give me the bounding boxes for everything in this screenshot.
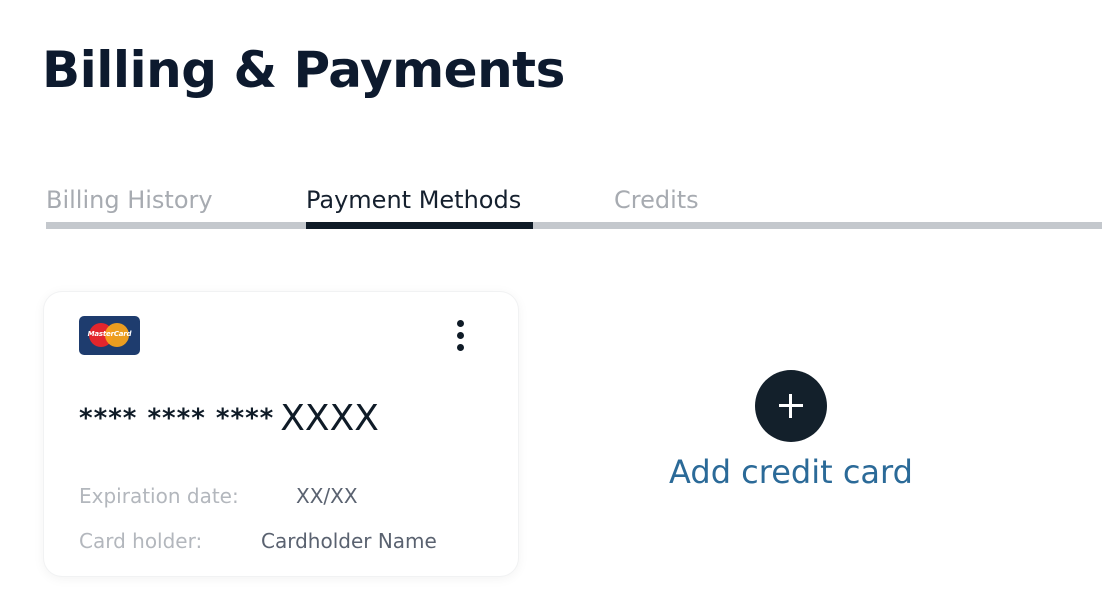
plus-icon[interactable] (755, 370, 827, 442)
tab-label: Credits (614, 186, 699, 214)
brand-logo-text: MasterCard (87, 330, 132, 338)
tab-credits[interactable]: Credits (614, 180, 714, 229)
kebab-menu-icon[interactable] (446, 316, 474, 356)
add-credit-card-label[interactable]: Add credit card (650, 450, 932, 494)
card-holder-label: Card holder: (79, 529, 203, 553)
page-title: Billing & Payments (42, 41, 565, 99)
card-number-last4: XXXX (280, 397, 379, 439)
mastercard-logo: MasterCard (79, 316, 140, 355)
card-number: **** **** **** XXXX (79, 396, 379, 441)
expiration-row: Expiration date: XX/XX (79, 482, 499, 510)
credit-card-tile: MasterCard **** **** **** XXXX Expiration… (44, 292, 518, 576)
tab-label: Billing History (46, 186, 213, 214)
tab-bar: Billing History Payment Methods Credits (46, 180, 1102, 229)
tab-payment-methods[interactable]: Payment Methods (306, 180, 533, 229)
card-holder-row: Card holder: Cardholder Name (79, 527, 499, 555)
card-holder-value: Cardholder Name (261, 529, 437, 553)
tab-label: Payment Methods (306, 186, 522, 214)
expiration-label: Expiration date: (79, 484, 239, 508)
add-credit-card-button[interactable]: Add credit card (650, 370, 932, 500)
tab-billing-history[interactable]: Billing History (46, 180, 236, 229)
card-number-mask: **** **** **** (79, 403, 275, 434)
active-tab-indicator (306, 222, 533, 229)
expiration-value: XX/XX (296, 484, 358, 508)
